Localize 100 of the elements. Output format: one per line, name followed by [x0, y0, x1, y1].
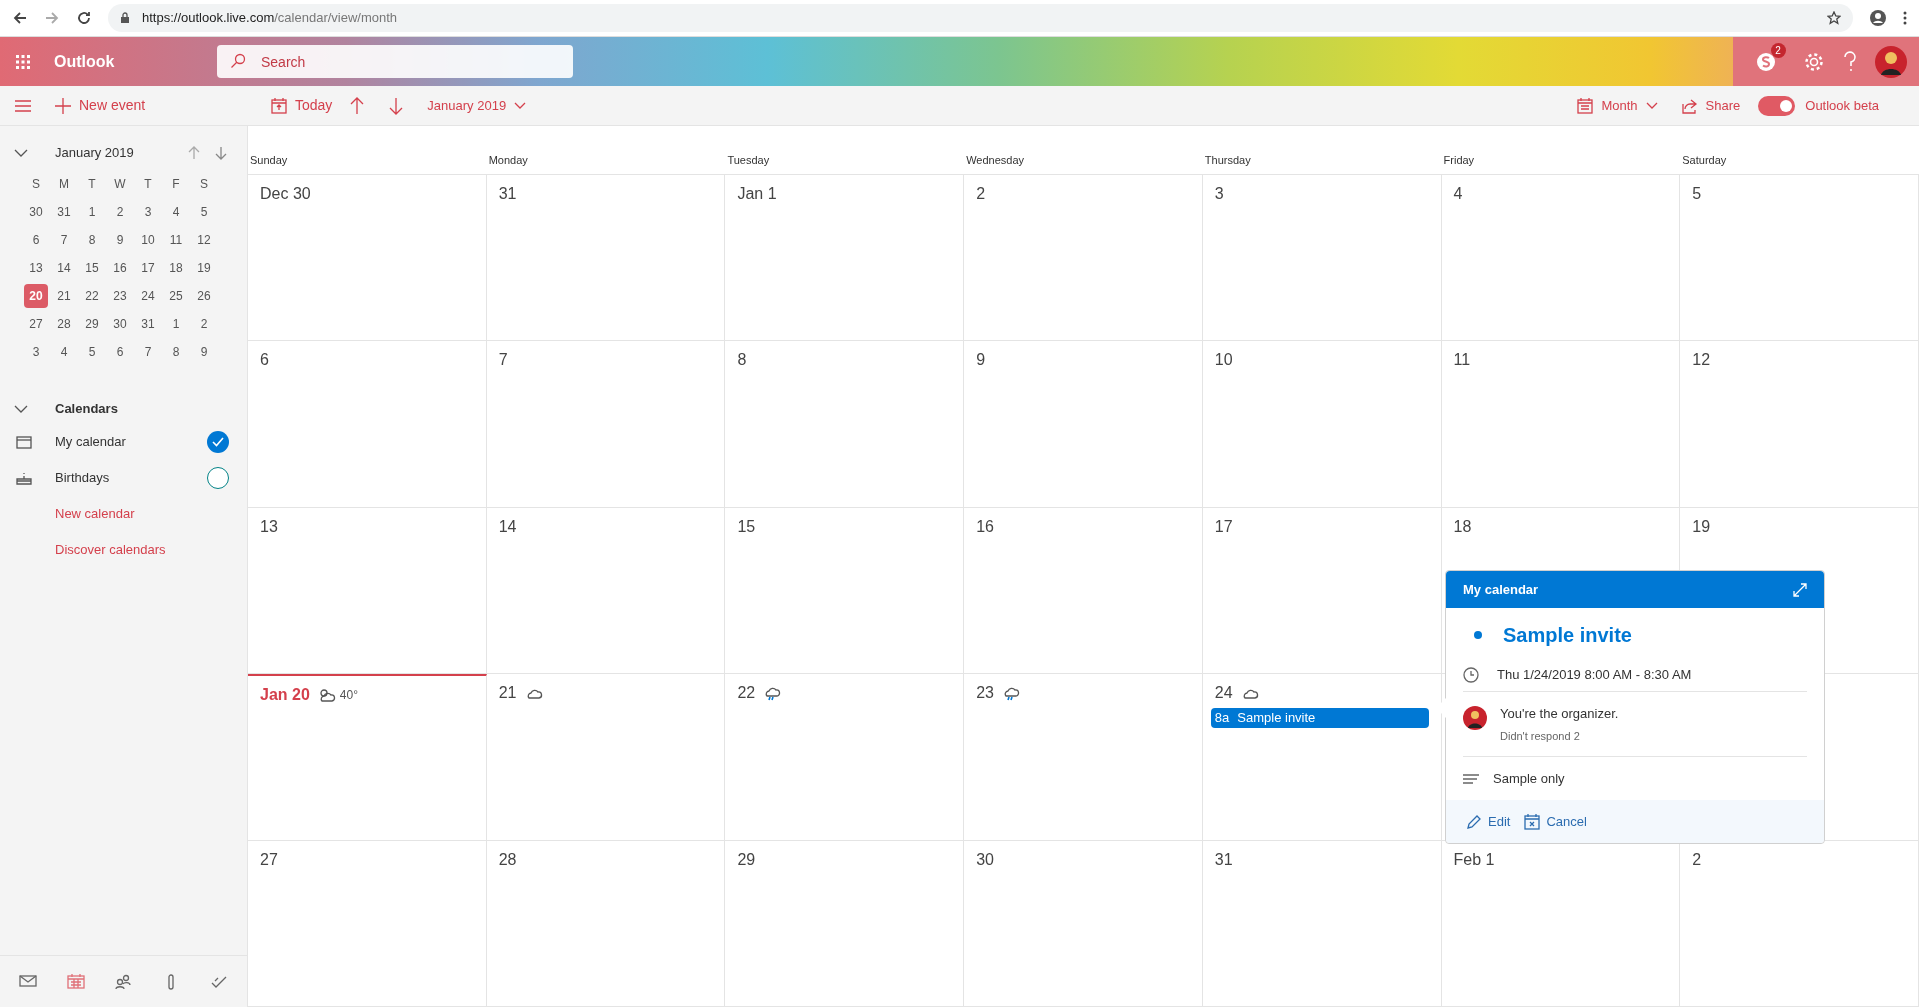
chevron-down-icon[interactable]	[14, 149, 28, 157]
day-number[interactable]: 28	[498, 847, 517, 872]
day-number[interactable]: 10	[1214, 348, 1233, 373]
view-dropdown[interactable]: Month	[1577, 95, 1658, 116]
day-number[interactable]: 21	[498, 681, 517, 706]
account-icon[interactable]	[1869, 9, 1887, 27]
date-cell[interactable]: 8	[164, 340, 188, 364]
date-cell[interactable]: 3	[24, 340, 48, 364]
day-cell[interactable]: 24 8a Sample invite	[1202, 674, 1442, 841]
calendar-item[interactable]: My calendar	[0, 424, 247, 460]
day-number[interactable]: 2	[1692, 847, 1702, 872]
arrow-up-icon[interactable]	[350, 96, 365, 115]
people-icon[interactable]	[114, 972, 133, 991]
calendar-item[interactable]: Birthdays	[0, 460, 247, 496]
day-number[interactable]: Jan 1	[737, 182, 777, 206]
day-number[interactable]: Feb 1	[1453, 847, 1495, 872]
date-cell[interactable]: 28	[52, 312, 76, 336]
date-cell[interactable]: 20	[24, 284, 48, 308]
date-cell[interactable]: 17	[136, 256, 160, 280]
date-cell[interactable]: 13	[24, 256, 48, 280]
date-cell[interactable]: 16	[108, 256, 132, 280]
day-number[interactable]: 3	[1214, 182, 1224, 206]
date-cell[interactable]: 7	[136, 340, 160, 364]
date-cell[interactable]: 30	[108, 312, 132, 336]
day-number[interactable]: 4	[1453, 182, 1463, 206]
day-number[interactable]: 14	[498, 514, 517, 539]
expand-icon[interactable]	[1793, 582, 1807, 597]
chat-button[interactable]: 2	[1745, 41, 1786, 82]
day-number[interactable]: 29	[737, 847, 756, 872]
date-cell[interactable]: 11	[164, 228, 188, 252]
date-cell[interactable]: 4	[52, 340, 76, 364]
event-bar[interactable]: 8a Sample invite	[1210, 708, 1429, 729]
day-cell[interactable]: 9	[964, 341, 1203, 508]
date-cell[interactable]: 19	[192, 256, 216, 280]
forward-icon[interactable]	[44, 10, 60, 26]
day-cell[interactable]: 22	[725, 674, 965, 841]
date-cell[interactable]: 2	[108, 200, 132, 224]
date-cell[interactable]: 9	[108, 228, 132, 252]
date-cell[interactable]: 8	[80, 228, 104, 252]
day-cell[interactable]: 17	[1202, 507, 1442, 675]
day-cell[interactable]: 23	[964, 674, 1203, 841]
day-number[interactable]: 8	[737, 348, 747, 373]
date-cell[interactable]: 27	[24, 312, 48, 336]
new-event-button[interactable]: New event	[55, 95, 255, 116]
day-number[interactable]: 18	[1453, 514, 1472, 539]
date-cell[interactable]: 15	[80, 256, 104, 280]
date-cell[interactable]: 12	[192, 228, 216, 252]
date-cell[interactable]: 3	[136, 200, 160, 224]
day-cell[interactable]: 3	[1202, 175, 1442, 342]
date-cell[interactable]: 23	[108, 284, 132, 308]
day-cell[interactable]: 7	[486, 341, 726, 508]
day-number[interactable]: 19	[1692, 514, 1711, 539]
settings-icon[interactable]	[1802, 50, 1825, 73]
date-cell[interactable]: 6	[24, 228, 48, 252]
date-cell[interactable]: 26	[192, 284, 216, 308]
day-cell[interactable]: 31	[486, 175, 726, 342]
day-number[interactable]: 9	[976, 348, 986, 373]
edit-button[interactable]: Edit	[1466, 811, 1511, 832]
day-cell[interactable]: 16	[964, 507, 1203, 675]
day-cell[interactable]: 6	[248, 341, 487, 508]
day-cell[interactable]: 8	[725, 341, 965, 508]
date-cell[interactable]: 1	[164, 312, 188, 336]
day-cell[interactable]: 27	[248, 840, 487, 1007]
sidebar-link[interactable]: Discover calendars	[55, 540, 166, 560]
day-cell[interactable]: 14	[486, 507, 726, 675]
day-number[interactable]: 6	[260, 348, 269, 373]
day-number[interactable]: 31	[1214, 847, 1233, 872]
date-cell[interactable]: 1	[80, 200, 104, 224]
day-cell[interactable]: Jan 1	[725, 175, 965, 342]
share-button[interactable]: Share	[1681, 95, 1741, 116]
day-number[interactable]: 16	[976, 514, 994, 539]
day-cell[interactable]: Jan 20 40°	[248, 674, 487, 841]
day-number[interactable]: 11	[1453, 348, 1471, 373]
menu-icon[interactable]	[15, 99, 31, 112]
date-cell[interactable]: 4	[164, 200, 188, 224]
day-number[interactable]: Dec 30	[260, 182, 311, 206]
date-cell[interactable]: 24	[136, 284, 160, 308]
day-cell[interactable]: Dec 30	[248, 175, 487, 342]
reload-icon[interactable]	[76, 10, 92, 26]
day-cell[interactable]: 13	[248, 507, 487, 675]
address-bar[interactable]: https://outlook.live.com/calendar/view/month	[108, 4, 1853, 32]
day-number[interactable]: Jan 20	[260, 683, 310, 708]
day-cell[interactable]: 28	[486, 840, 726, 1007]
day-number[interactable]: 23	[976, 681, 994, 706]
arrow-down-icon[interactable]	[389, 96, 404, 115]
date-cell[interactable]: 6	[108, 340, 132, 364]
day-number[interactable]: 12	[1692, 348, 1711, 373]
date-cell[interactable]: 25	[164, 284, 188, 308]
day-number[interactable]: 5	[1692, 182, 1702, 206]
day-number[interactable]: 15	[737, 514, 756, 539]
day-number[interactable]: 24	[1214, 681, 1233, 706]
day-number[interactable]: 7	[498, 348, 508, 373]
date-cell[interactable]: 29	[80, 312, 104, 336]
day-cell[interactable]: 2	[964, 175, 1203, 342]
date-cell[interactable]: 14	[52, 256, 76, 280]
day-cell[interactable]: 31	[1202, 840, 1442, 1007]
day-cell[interactable]: 29	[725, 840, 965, 1007]
date-cell[interactable]: 10	[136, 228, 160, 252]
day-number[interactable]: 30	[976, 847, 994, 872]
cancel-button[interactable]: Cancel	[1524, 811, 1587, 832]
